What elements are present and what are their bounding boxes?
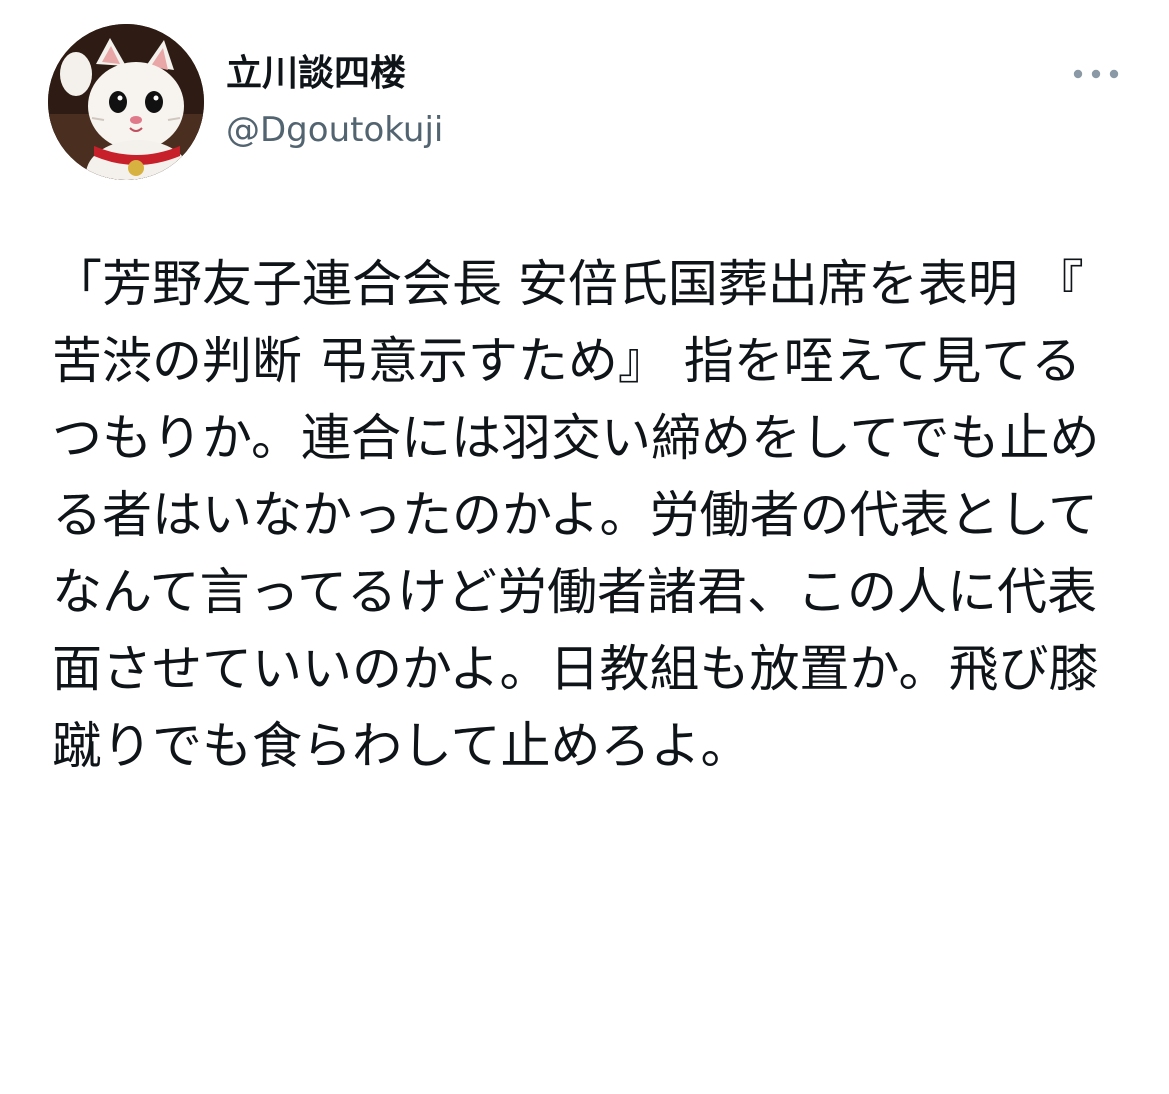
more-icon[interactable] [1068,56,1124,92]
maneki-neko-avatar[interactable] [48,24,204,180]
author-display-name[interactable]: 立川談四楼 [226,52,406,96]
tweet-card: 立川談四楼 @Dgoutokuji 「芳野友子連合会長 安倍氏国葬出席を表明 『… [0,0,1169,1094]
author-handle[interactable]: @Dgoutokuji [226,108,443,152]
tweet-text: 「芳野友子連合会長 安倍氏国葬出席を表明 『苦渋の判断 弔意示すため』 指を咥え… [52,255,1100,775]
